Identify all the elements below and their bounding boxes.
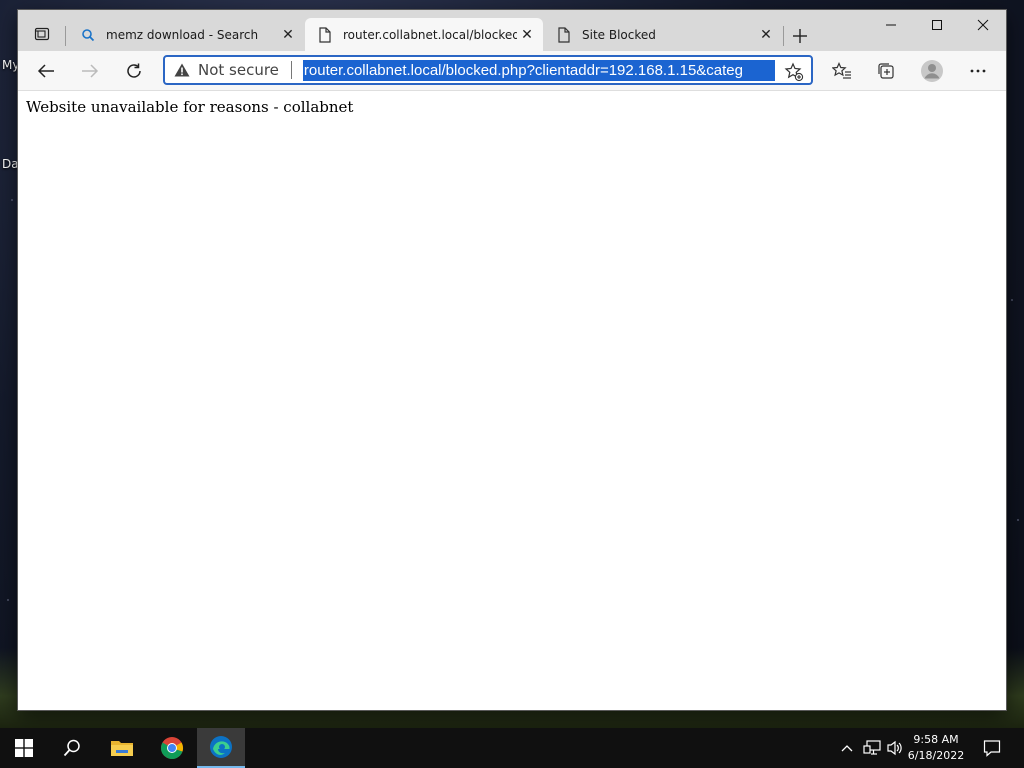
- forward-arrow-icon: [82, 64, 99, 78]
- chrome-button[interactable]: [148, 728, 196, 768]
- tab-search[interactable]: memz download - Search ✕: [68, 18, 304, 51]
- page-icon: [317, 26, 333, 43]
- tab-title: memz download - Search: [106, 27, 259, 42]
- desktop-icon-label[interactable]: My: [2, 58, 19, 72]
- notification-icon: [983, 740, 1001, 757]
- add-favorite-button[interactable]: [783, 61, 805, 83]
- page-icon: [556, 26, 572, 43]
- speaker-icon: [887, 740, 902, 756]
- show-hidden-icons-button[interactable]: [838, 728, 856, 768]
- network-icon: [863, 740, 881, 755]
- close-icon: [977, 19, 989, 31]
- folder-icon: [111, 741, 133, 756]
- maximize-icon: [932, 20, 942, 30]
- chrome-icon: [161, 737, 184, 760]
- star-add-icon: [784, 62, 804, 82]
- tab-actions-icon: [34, 27, 50, 41]
- search-button[interactable]: [48, 728, 96, 768]
- clock-time: 9:58 AM: [913, 733, 959, 746]
- tab-title: Site Blocked: [582, 27, 656, 42]
- close-window-button[interactable]: [960, 10, 1006, 40]
- settings-more-button[interactable]: [962, 55, 994, 87]
- refresh-button[interactable]: [118, 55, 150, 87]
- new-tab-button[interactable]: [786, 24, 814, 48]
- taskbar: 9:58 AM 6/18/2022: [0, 728, 1024, 768]
- volume-button[interactable]: [884, 728, 906, 768]
- blocked-message: Website unavailable for reasons - collab…: [26, 98, 354, 116]
- avatar-icon: [921, 60, 943, 82]
- more-dots-icon: [970, 69, 986, 73]
- tab-actions-button[interactable]: [28, 22, 56, 46]
- minimize-button[interactable]: [868, 10, 914, 40]
- tab-title: router.collabnet.local/blocked.php: [343, 27, 517, 42]
- windows-logo-icon: [15, 739, 33, 757]
- clock-date: 6/18/2022: [907, 749, 965, 762]
- close-icon[interactable]: ✕: [517, 25, 537, 45]
- tab-blocked-php[interactable]: router.collabnet.local/blocked.php ✕: [305, 18, 543, 51]
- navigation-toolbar: Not secure router.collabnet.local/blocke…: [18, 51, 1006, 91]
- collections-button[interactable]: [870, 55, 902, 87]
- page-content: Website unavailable for reasons - collab…: [18, 91, 1006, 710]
- url-text[interactable]: router.collabnet.local/blocked.php?clien…: [302, 59, 775, 81]
- favorites-icon: [832, 62, 851, 79]
- back-button[interactable]: [30, 55, 62, 87]
- back-arrow-icon: [37, 64, 54, 78]
- chevron-up-icon: [841, 745, 853, 752]
- edge-button[interactable]: [197, 728, 245, 768]
- edge-icon: [210, 736, 232, 758]
- tab-separator: [65, 26, 66, 46]
- minimize-icon: [886, 24, 896, 26]
- refresh-icon: [127, 63, 141, 78]
- address-bar[interactable]: Not secure router.collabnet.local/blocke…: [163, 55, 813, 85]
- tab-site-blocked[interactable]: Site Blocked ✕: [544, 18, 782, 51]
- maximize-button[interactable]: [914, 10, 960, 40]
- browser-window: memz download - Search ✕ router.collabne…: [18, 10, 1006, 710]
- close-icon[interactable]: ✕: [278, 25, 298, 45]
- security-label: Not secure: [198, 61, 279, 79]
- search-icon: [80, 27, 96, 43]
- collections-icon: [878, 63, 894, 79]
- start-button[interactable]: [0, 728, 48, 768]
- clock[interactable]: 9:58 AM 6/18/2022: [906, 732, 966, 764]
- action-center-button[interactable]: [976, 728, 1008, 768]
- search-icon: [63, 739, 80, 757]
- address-divider: [290, 61, 292, 79]
- favorites-button[interactable]: [826, 55, 858, 87]
- tab-strip: memz download - Search ✕ router.collabne…: [18, 10, 1006, 51]
- profile-button[interactable]: [916, 55, 948, 87]
- plus-icon: [793, 29, 807, 43]
- tab-separator: [783, 26, 784, 46]
- warning-icon: [174, 63, 190, 77]
- site-info-button[interactable]: Not secure: [174, 61, 279, 79]
- forward-button[interactable]: [74, 55, 106, 87]
- network-button[interactable]: [861, 728, 883, 768]
- desktop-icon-label[interactable]: Da: [2, 157, 19, 171]
- close-icon[interactable]: ✕: [756, 25, 776, 45]
- file-explorer-button[interactable]: [98, 728, 146, 768]
